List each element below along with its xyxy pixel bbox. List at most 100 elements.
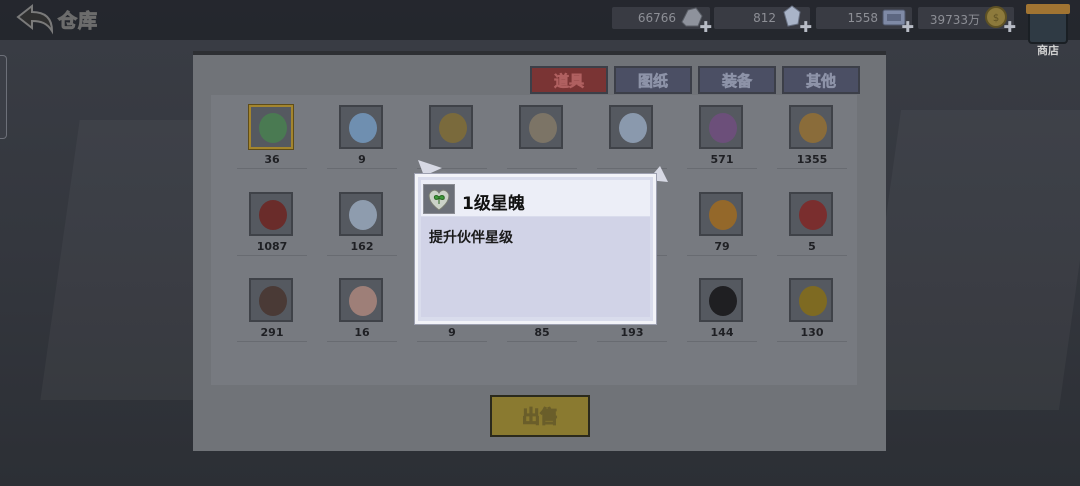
item-divider <box>327 168 397 169</box>
item-frame <box>699 278 743 322</box>
item-divider <box>327 341 397 342</box>
orange-orb-icon <box>709 200 737 230</box>
add-ticket-button[interactable]: ✚ <box>901 18 914 36</box>
shop-roof <box>1026 4 1070 14</box>
item-count: 193 <box>620 326 644 339</box>
item-slot[interactable]: 5 <box>767 182 857 270</box>
resource-ticket: 1558 ✚ <box>816 7 914 36</box>
item-count: 571 <box>710 153 734 166</box>
tooltip-description: 提升伙伴星级 <box>429 230 513 246</box>
red-orb-icon <box>799 200 827 230</box>
add-crystal-button[interactable]: ✚ <box>799 18 812 36</box>
item-slot[interactable]: 162 <box>317 182 407 270</box>
item-slot[interactable]: 79 <box>677 182 767 270</box>
tab-blueprints[interactable]: 图纸 <box>614 66 692 94</box>
item-slot[interactable]: 1087 <box>227 182 317 270</box>
back-button[interactable] <box>14 3 58 37</box>
page-title: 仓库 <box>57 10 99 33</box>
item-slot[interactable] <box>497 95 587 183</box>
tooltip-title: 1级星魄 <box>462 194 525 214</box>
item-count: 144 <box>710 326 734 339</box>
item-count: 79 <box>714 240 730 253</box>
back-arrow-icon <box>16 3 54 35</box>
purple-shirt-icon <box>709 113 737 143</box>
item-count: 130 <box>800 326 824 339</box>
tooltip-header: 1级星魄 <box>421 180 650 216</box>
resource-value: 66766 <box>637 11 676 25</box>
item-slot[interactable]: 36 <box>227 95 317 183</box>
item-frame <box>339 105 383 149</box>
sell-button[interactable]: 出售 <box>490 395 590 437</box>
shop-label: 商店 <box>1037 44 1059 57</box>
item-divider <box>237 168 307 169</box>
item-count: 9 <box>448 326 456 339</box>
item-frame <box>519 105 563 149</box>
resource-silver: 66766 ✚ <box>612 7 712 36</box>
lightning-icon <box>799 113 827 143</box>
item-count: 1087 <box>256 240 288 253</box>
heart-clover-icon <box>423 184 455 214</box>
item-slot[interactable]: 144 <box>677 268 767 356</box>
item-divider <box>777 168 847 169</box>
item-frame <box>429 105 473 149</box>
bone-icon <box>619 113 647 143</box>
item-divider <box>687 341 757 342</box>
wrench-icon <box>529 113 557 143</box>
tab-props[interactable]: 道具 <box>530 66 608 94</box>
item-frame <box>609 105 653 149</box>
item-count: 5 <box>808 240 816 253</box>
item-frame <box>789 278 833 322</box>
blue-crystal-icon <box>349 113 377 143</box>
item-frame <box>699 105 743 149</box>
item-slot[interactable]: 1355 <box>767 95 857 183</box>
add-gold-button[interactable]: ✚ <box>1003 18 1016 36</box>
item-slot[interactable]: 291 <box>227 268 317 356</box>
item-frame <box>789 105 833 149</box>
side-drawer-tab[interactable] <box>0 55 7 139</box>
top-bar: 仓库 66766 ✚ 812 ✚ 1558 ✚ 39733万 $ ✚ 商店 <box>0 0 1080 57</box>
item-slot[interactable]: 130 <box>767 268 857 356</box>
item-divider <box>507 341 577 342</box>
tab-other[interactable]: 其他 <box>782 66 860 94</box>
item-slot[interactable]: 9 <box>317 95 407 183</box>
shop-button[interactable]: 商店 <box>1024 4 1072 57</box>
black-egg-icon <box>709 286 737 316</box>
item-divider <box>507 168 577 169</box>
item-count: 85 <box>534 326 550 339</box>
resource-gold: 39733万 $ ✚ <box>918 6 1016 36</box>
item-frame <box>249 278 293 322</box>
item-tooltip: 1级星魄 提升伙伴星级 <box>415 174 656 324</box>
item-divider <box>777 341 847 342</box>
item-frame <box>339 278 383 322</box>
red-ring-icon <box>259 200 287 230</box>
item-count: 16 <box>354 326 370 339</box>
item-divider <box>417 341 487 342</box>
resource-value: 39733万 <box>929 13 980 27</box>
item-frame <box>789 192 833 236</box>
item-count: 162 <box>350 240 374 253</box>
pink-egg-icon <box>349 286 377 316</box>
tab-equipment[interactable]: 装备 <box>698 66 776 94</box>
item-divider <box>237 255 307 256</box>
item-count: 36 <box>264 153 280 166</box>
item-count: 291 <box>260 326 284 339</box>
add-silver-button[interactable]: ✚ <box>699 18 712 36</box>
item-divider <box>237 341 307 342</box>
item-divider <box>777 255 847 256</box>
item-divider <box>687 255 757 256</box>
item-count: 9 <box>358 153 366 166</box>
heart-clover-icon <box>259 113 287 143</box>
item-divider <box>687 168 757 169</box>
bg-decoration <box>858 110 1080 410</box>
yellow-egg-icon <box>799 286 827 316</box>
category-tabs: 道具 图纸 装备 其他 <box>530 66 860 94</box>
item-frame <box>699 192 743 236</box>
key-icon <box>439 113 467 143</box>
dark-egg-icon <box>259 286 287 316</box>
resource-value: 1558 <box>847 11 878 25</box>
item-frame <box>339 192 383 236</box>
item-slot[interactable]: 571 <box>677 95 767 183</box>
svg-text:$: $ <box>993 13 999 24</box>
item-slot[interactable]: 16 <box>317 268 407 356</box>
item-frame <box>249 192 293 236</box>
